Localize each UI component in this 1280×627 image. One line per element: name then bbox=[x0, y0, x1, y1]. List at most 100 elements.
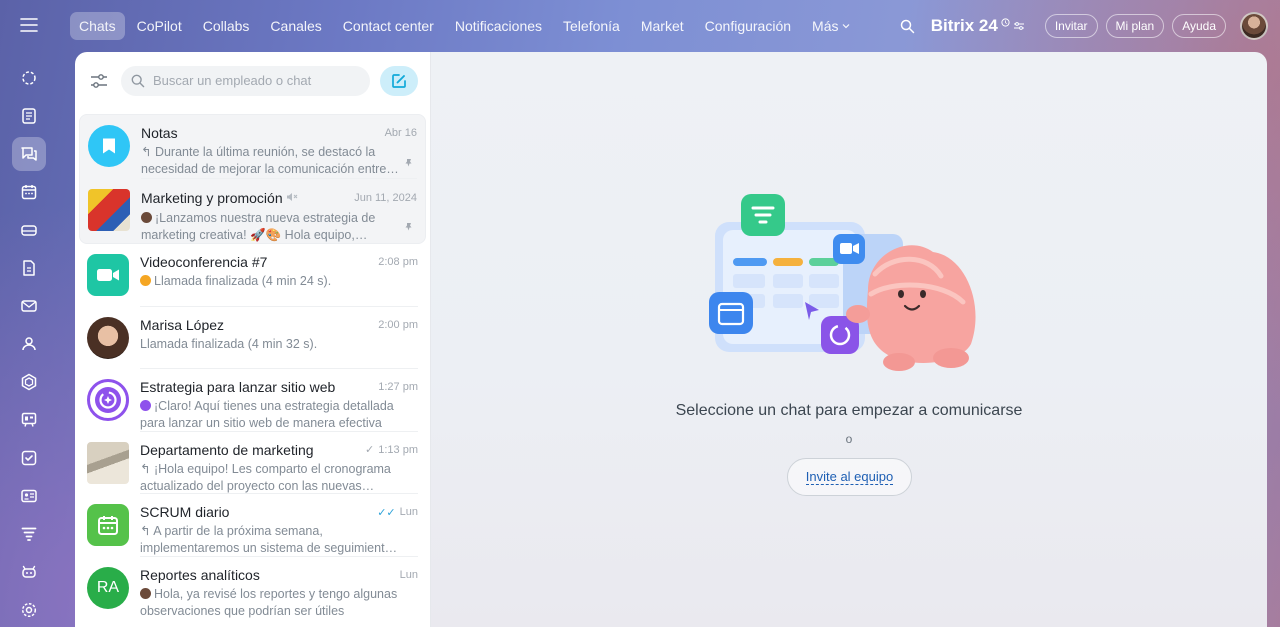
menu-icon[interactable] bbox=[18, 14, 40, 36]
sender-avatar bbox=[140, 587, 151, 599]
settings-icon[interactable] bbox=[12, 593, 46, 627]
new-chat-button[interactable] bbox=[380, 65, 418, 96]
chat-list-header bbox=[75, 52, 430, 109]
chat-avatar bbox=[87, 379, 129, 421]
chat-preview-text: Durante la última reunión, se destacó la… bbox=[141, 145, 387, 176]
checkbox-icon[interactable] bbox=[12, 441, 46, 475]
chat-avatar bbox=[88, 125, 130, 167]
brand-logo[interactable]: Bitrix 24 bbox=[931, 16, 1025, 36]
chat-preview: Llamada finalizada (4 min 32 s). bbox=[140, 336, 418, 353]
bookmark-icon bbox=[103, 138, 115, 154]
clock-icon bbox=[1001, 17, 1010, 27]
document-icon[interactable] bbox=[12, 251, 46, 285]
tab-market[interactable]: Market bbox=[632, 12, 693, 40]
tasks-doc-icon[interactable] bbox=[12, 99, 46, 133]
chat-avatar-initials: RA bbox=[96, 578, 120, 596]
chat-preview: ¡Lanzamos nuestra nueva estrategia de ma… bbox=[141, 210, 417, 244]
chat-preview-text: ¡Hola equipo! Les comparto el cronograma… bbox=[140, 461, 391, 493]
chat-title: Departamento de marketing bbox=[140, 441, 314, 458]
chat-item[interactable]: Departamento de marketing ✓ 1:13 pm ↰ ¡Ho… bbox=[79, 432, 426, 495]
chat-preview: ↰ ¡Hola equipo! Les comparto el cronogra… bbox=[140, 461, 418, 495]
chat-title: Notas bbox=[141, 125, 178, 141]
board-icon[interactable] bbox=[12, 403, 46, 437]
chat-item[interactable]: Estrategia para lanzar sitio web 1:27 pm… bbox=[79, 369, 426, 432]
team-icon[interactable] bbox=[12, 327, 46, 361]
chat-search bbox=[121, 65, 370, 96]
chat-time-value: Lun bbox=[399, 506, 418, 518]
muted-icon bbox=[286, 189, 299, 207]
empty-state-illustration bbox=[709, 194, 976, 371]
tab-configuracion[interactable]: Configuración bbox=[696, 12, 800, 40]
pin-icon bbox=[404, 218, 413, 236]
tab-mas[interactable]: Más bbox=[803, 12, 859, 40]
copilot-icon bbox=[95, 387, 121, 413]
chat-title: Marisa López bbox=[140, 316, 225, 333]
chat-preview-text: Hola, ya revisé los reportes y tengo alg… bbox=[140, 586, 398, 618]
tab-contact-center[interactable]: Contact center bbox=[334, 12, 443, 40]
chat-avatar: RA bbox=[87, 566, 129, 609]
chat-item[interactable]: Marisa López 2:00 pm Llamada finalizada … bbox=[79, 307, 426, 369]
user-avatar[interactable] bbox=[1240, 12, 1268, 40]
chat-avatar bbox=[87, 316, 129, 359]
sliders-icon bbox=[1013, 22, 1024, 30]
chat-time-value: 1:13 pm bbox=[378, 443, 418, 456]
tab-collabs[interactable]: Collabs bbox=[194, 12, 259, 40]
contact-card-icon[interactable] bbox=[12, 479, 46, 513]
pinned-chats: Notas Abr 16 ↰ Durante la última reunión… bbox=[79, 114, 426, 244]
calendar-icon[interactable] bbox=[12, 175, 46, 209]
hexagon-icon[interactable] bbox=[12, 365, 46, 399]
chat-title: SCRUM diario bbox=[140, 504, 230, 520]
chat-preview: ↰ Durante la última reunión, se destacó … bbox=[141, 144, 417, 178]
chat-item[interactable]: Marketing y promoción Jun 11, 2024 ¡Lanz… bbox=[80, 179, 425, 243]
chat-item[interactable]: SCRUM diario ✓✓ Lun ↰ A partir de la próx… bbox=[79, 494, 426, 557]
chat-title: Estrategia para lanzar sitio web bbox=[140, 379, 336, 395]
search-icon[interactable] bbox=[897, 15, 919, 37]
chat-item[interactable]: Notas Abr 16 ↰ Durante la última reunión… bbox=[80, 115, 425, 179]
chat-empty-state: Seleccione un chat para empezar a comuni… bbox=[431, 52, 1267, 627]
chat-time: Lun bbox=[399, 568, 418, 581]
chat-item[interactable]: RA Reportes analíticos Lun Hola, ya revi… bbox=[79, 557, 426, 620]
chat-avatar bbox=[87, 254, 129, 296]
chevron-down-icon bbox=[843, 24, 850, 29]
filter-icon[interactable] bbox=[87, 69, 111, 93]
reply-icon: ↰ bbox=[140, 461, 154, 476]
chat-time: 2:08 pm bbox=[378, 256, 418, 268]
feed-icon[interactable] bbox=[12, 61, 46, 95]
reply-icon: ↰ bbox=[141, 145, 155, 159]
messenger-icon[interactable] bbox=[12, 137, 46, 171]
tab-chats[interactable]: Chats bbox=[70, 12, 125, 40]
sent-check-icon: ✓ bbox=[365, 444, 375, 456]
tab-canales[interactable]: Canales bbox=[261, 12, 330, 40]
sender-avatar bbox=[140, 400, 151, 411]
pin-icon bbox=[404, 154, 413, 172]
robot-icon[interactable] bbox=[12, 555, 46, 589]
mail-icon[interactable] bbox=[12, 289, 46, 323]
chat-preview-text: A partir de la próxima semana, implement… bbox=[140, 524, 392, 555]
chat-avatar bbox=[88, 189, 130, 231]
chat-time: ✓ 1:13 pm bbox=[359, 443, 418, 457]
chat-preview-text: ¡Lanzamos nuestra nueva estrategia de ma… bbox=[141, 211, 376, 242]
tab-telefonia[interactable]: Telefonía bbox=[554, 12, 629, 40]
chat-title: Marketing y promoción bbox=[141, 190, 283, 206]
chat-list: Notas Abr 16 ↰ Durante la última reunión… bbox=[75, 52, 431, 627]
invite-button[interactable]: Invitar bbox=[1044, 14, 1098, 38]
drive-icon[interactable] bbox=[12, 213, 46, 247]
top-navigation: Chats CoPilot Collabs Canales Contact ce… bbox=[70, 8, 1268, 44]
invite-team-label: Invite al equipo bbox=[805, 469, 894, 485]
tab-copilot[interactable]: CoPilot bbox=[128, 12, 191, 40]
chat-preview: Hola, ya revisé los reportes y tengo alg… bbox=[140, 586, 418, 620]
read-check-icon: ✓✓ bbox=[377, 506, 396, 519]
tab-notificaciones[interactable]: Notificaciones bbox=[446, 12, 551, 40]
chat-time: ✓✓ Lun bbox=[371, 506, 418, 519]
invite-team-button[interactable]: Invite al equipo bbox=[787, 458, 912, 496]
help-button[interactable]: Ayuda bbox=[1172, 14, 1226, 38]
empty-state-title: Seleccione un chat para empezar a comuni… bbox=[675, 402, 1023, 419]
video-camera-icon bbox=[97, 269, 119, 281]
search-input[interactable] bbox=[153, 73, 360, 88]
sender-avatar bbox=[140, 275, 151, 286]
funnel-icon[interactable] bbox=[12, 517, 46, 551]
chat-time: 2:00 pm bbox=[378, 318, 418, 331]
my-plan-button[interactable]: Mi plan bbox=[1105, 14, 1165, 38]
empty-state-or: o bbox=[845, 432, 853, 446]
chat-item[interactable]: Videoconferencia #7 2:08 pm Llamada fina… bbox=[79, 244, 426, 307]
